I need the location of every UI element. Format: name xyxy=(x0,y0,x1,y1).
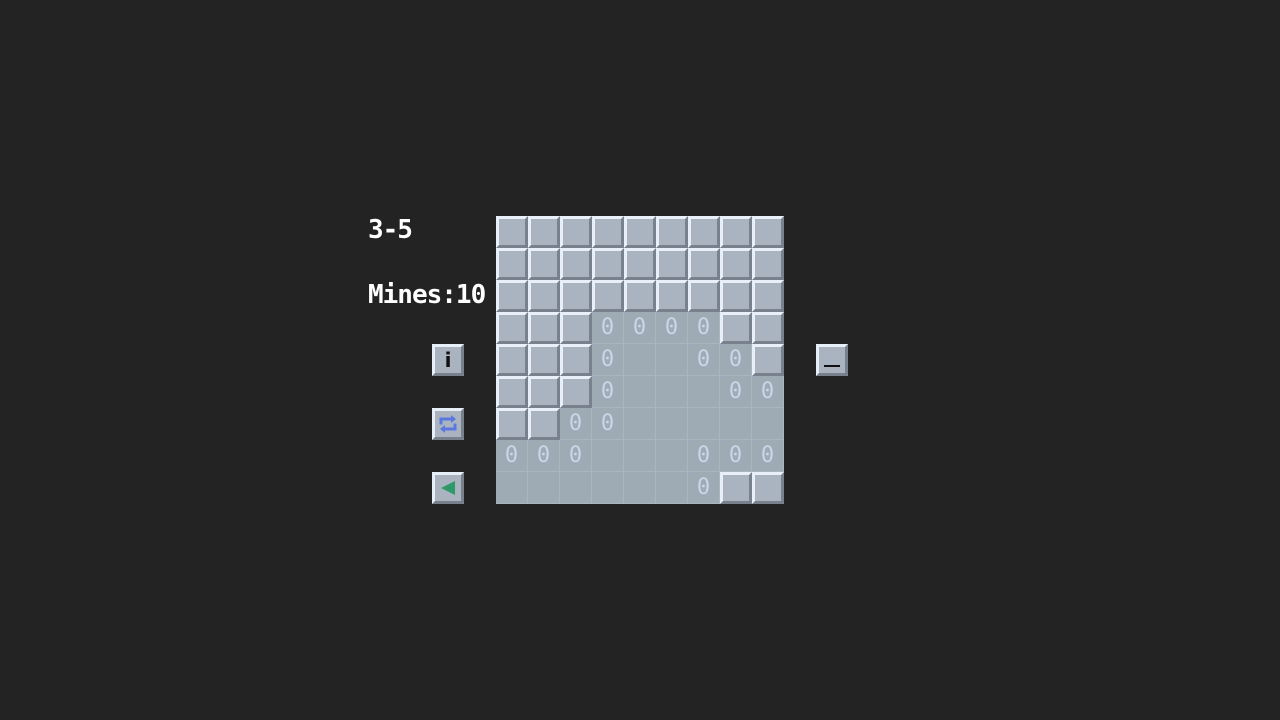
board-cell[interactable] xyxy=(528,376,560,408)
minimize-button[interactable] xyxy=(816,344,848,376)
board-cell xyxy=(624,440,656,472)
board-cell[interactable] xyxy=(560,216,592,248)
board-cell[interactable] xyxy=(592,216,624,248)
board-cell: 0 xyxy=(752,376,784,408)
board-cell[interactable] xyxy=(624,280,656,312)
level-indicator: 3-5 xyxy=(368,215,413,245)
board-cell xyxy=(624,344,656,376)
board-cell[interactable] xyxy=(528,216,560,248)
board-cell xyxy=(720,408,752,440)
board-cell: 0 xyxy=(688,472,720,504)
info-button[interactable]: i xyxy=(432,344,464,376)
board-cell[interactable] xyxy=(656,280,688,312)
board-cell: 0 xyxy=(496,440,528,472)
back-triangle-icon xyxy=(441,481,455,495)
board-cell: 0 xyxy=(592,312,624,344)
board-cell[interactable] xyxy=(496,280,528,312)
board-cell[interactable] xyxy=(560,248,592,280)
board-cell: 0 xyxy=(720,376,752,408)
back-button[interactable] xyxy=(432,472,464,504)
board-cell: 0 xyxy=(656,312,688,344)
board-cell: 0 xyxy=(752,440,784,472)
board-cell: 0 xyxy=(624,312,656,344)
restart-button[interactable] xyxy=(432,408,464,440)
board-cell[interactable] xyxy=(624,216,656,248)
board-cell[interactable] xyxy=(528,280,560,312)
board-cell[interactable] xyxy=(720,280,752,312)
board-cell[interactable] xyxy=(592,280,624,312)
board-cell xyxy=(624,376,656,408)
board-cell xyxy=(656,472,688,504)
board-cell: 0 xyxy=(592,376,624,408)
board-cell[interactable] xyxy=(720,312,752,344)
board-cell xyxy=(656,344,688,376)
board-cell xyxy=(752,408,784,440)
board-cell xyxy=(528,472,560,504)
board-cell[interactable] xyxy=(656,248,688,280)
board-cell[interactable] xyxy=(752,248,784,280)
board-cell[interactable] xyxy=(496,216,528,248)
board-cell: 0 xyxy=(560,408,592,440)
board-cell[interactable] xyxy=(720,472,752,504)
board-cell[interactable] xyxy=(752,312,784,344)
board-cell xyxy=(496,472,528,504)
game-screen: 3-5 Mines:10 i 0000000000000000000 xyxy=(0,0,1280,720)
restart-icon xyxy=(439,415,457,433)
board-cell[interactable] xyxy=(560,280,592,312)
board-cell xyxy=(688,408,720,440)
board-cell[interactable] xyxy=(720,248,752,280)
board-cell[interactable] xyxy=(496,248,528,280)
board-cell[interactable] xyxy=(528,312,560,344)
board-cell[interactable] xyxy=(752,216,784,248)
board-cell[interactable] xyxy=(496,312,528,344)
minefield-grid: 0000000000000000000 xyxy=(496,216,784,504)
board-cell[interactable] xyxy=(720,216,752,248)
board-cell[interactable] xyxy=(624,248,656,280)
minimize-icon xyxy=(824,365,840,367)
board-cell[interactable] xyxy=(752,344,784,376)
board-cell[interactable] xyxy=(688,216,720,248)
board-cell xyxy=(656,408,688,440)
mines-counter: Mines:10 xyxy=(368,280,486,310)
board-cell: 0 xyxy=(688,312,720,344)
board-cell[interactable] xyxy=(560,312,592,344)
board-cell: 0 xyxy=(688,440,720,472)
board-cell[interactable] xyxy=(496,408,528,440)
board-cell: 0 xyxy=(592,344,624,376)
board-cell[interactable] xyxy=(560,344,592,376)
board-cell[interactable] xyxy=(688,280,720,312)
board-cell[interactable] xyxy=(752,280,784,312)
board-cell xyxy=(688,376,720,408)
board-cell xyxy=(624,408,656,440)
board-cell[interactable] xyxy=(592,248,624,280)
board-cell: 0 xyxy=(688,344,720,376)
board-cell: 0 xyxy=(560,440,592,472)
board-cell xyxy=(656,376,688,408)
info-icon: i xyxy=(444,348,452,372)
board-cell[interactable] xyxy=(528,344,560,376)
board-cell[interactable] xyxy=(528,248,560,280)
board-cell[interactable] xyxy=(528,408,560,440)
board-cell: 0 xyxy=(720,440,752,472)
board-cell[interactable] xyxy=(496,344,528,376)
board-cell xyxy=(624,472,656,504)
board-cell xyxy=(656,440,688,472)
board-cell: 0 xyxy=(592,408,624,440)
board-cell: 0 xyxy=(528,440,560,472)
board-cell[interactable] xyxy=(656,216,688,248)
board-cell[interactable] xyxy=(560,376,592,408)
board-cell xyxy=(592,472,624,504)
board-cell xyxy=(592,440,624,472)
board-cell[interactable] xyxy=(688,248,720,280)
board-cell[interactable] xyxy=(752,472,784,504)
board-cell: 0 xyxy=(720,344,752,376)
board-cell[interactable] xyxy=(496,376,528,408)
board-cell xyxy=(560,472,592,504)
